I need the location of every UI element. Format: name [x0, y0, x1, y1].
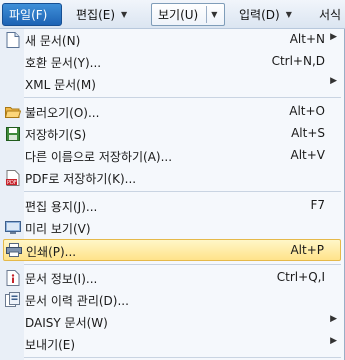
menu-item-label: 불러오기(O)...: [25, 106, 100, 120]
chevron-down-icon[interactable]: ▼: [286, 10, 292, 19]
menu-item-page-setup[interactable]: 편집 용지(J)... F7: [3, 195, 341, 217]
menu-bar: 파일(F) 편집(E) ▼ 보기(U) ▼ 입력(D) ▼ 서식: [0, 0, 345, 29]
menu-item-label: 문서 정보(I)...: [25, 272, 98, 286]
menu-item-label: DAISY 문서(W): [25, 316, 108, 330]
menu-item-shortcut: Alt+O: [289, 104, 325, 118]
menu-item-print[interactable]: 인쇄(P)... Alt+P: [3, 239, 341, 261]
menu-edit-label: 편집(E): [76, 8, 116, 22]
menu-item-label: 호환 문서(Y)...: [25, 56, 102, 70]
submenu-arrow-icon: ▶: [330, 314, 337, 324]
menu-item-label: XML 문서(M): [25, 78, 96, 92]
menu-item-shortcut: Ctrl+N,D: [271, 54, 325, 68]
document-history-icon: [5, 292, 21, 308]
menu-item-shortcut: Alt+P: [290, 243, 324, 257]
divider: [206, 6, 208, 23]
menu-file-label: 파일(F): [9, 8, 48, 22]
menu-item-shortcut: Alt+S: [291, 126, 325, 140]
menu-item-label: 저장하기(S): [25, 128, 87, 142]
printer-icon: [6, 242, 22, 258]
menu-item-label: 편집 용지(J)...: [25, 200, 98, 214]
menu-item-shortcut: Alt+N: [289, 32, 325, 46]
menu-item-label: 보내기(E): [25, 338, 76, 352]
svg-text:PDF: PDF: [7, 180, 17, 186]
menu-item-shortcut: Ctrl+Q,I: [276, 270, 325, 284]
menu-item-document-info[interactable]: 문서 정보(I)... Ctrl+Q,I: [3, 267, 341, 289]
menu-item-label: 다른 이름으로 저장하기(A)...: [25, 150, 173, 164]
menu-item-save[interactable]: 저장하기(S) Alt+S: [3, 123, 341, 145]
menu-item-label: 새 문서(N): [25, 34, 81, 48]
menu-input[interactable]: 입력(D) ▼: [233, 3, 309, 26]
file-menu-dropdown: 새 문서(N) Alt+N ▶ 호환 문서(Y)... Ctrl+N,D XML…: [0, 29, 345, 360]
chevron-down-icon[interactable]: ▼: [211, 10, 217, 19]
menu-item-xml-document[interactable]: XML 문서(M) ▶: [3, 73, 341, 95]
menu-format[interactable]: 서식: [313, 3, 345, 26]
new-document-icon: [5, 32, 21, 48]
menu-item-save-pdf[interactable]: PDF PDF로 저장하기(K)...: [3, 167, 341, 189]
menu-item-shortcut: Alt+V: [290, 148, 325, 162]
menu-separator: [24, 97, 341, 98]
menu-format-label: 서식: [319, 8, 342, 22]
menu-item-label: 미리 보기(V): [25, 222, 91, 236]
menu-separator: [24, 264, 341, 265]
menu-separator: [24, 357, 341, 358]
document-info-icon: [5, 270, 21, 286]
menu-item-shortcut: F7: [310, 198, 325, 212]
submenu-arrow-icon: ▶: [330, 336, 337, 346]
menu-item-save-as[interactable]: 다른 이름으로 저장하기(A)... Alt+V: [3, 145, 341, 167]
menu-item-daisy-document[interactable]: DAISY 문서(W) ▶: [3, 311, 341, 333]
menu-view-label: 보기(U): [158, 8, 199, 22]
menu-item-new-document[interactable]: 새 문서(N) Alt+N ▶: [3, 29, 341, 51]
menu-item-compat-document[interactable]: 호환 문서(Y)... Ctrl+N,D: [3, 51, 341, 73]
submenu-arrow-icon: ▶: [330, 32, 337, 42]
folder-open-icon: [5, 104, 21, 120]
menu-view[interactable]: 보기(U) ▼: [151, 3, 225, 26]
pdf-icon: PDF: [5, 170, 21, 186]
chevron-down-icon[interactable]: ▼: [121, 10, 127, 19]
menu-item-label: 인쇄(P)...: [26, 245, 77, 259]
menu-item-send[interactable]: 보내기(E) ▶: [3, 333, 341, 355]
preview-monitor-icon: [5, 220, 21, 236]
menu-item-open[interactable]: 불러오기(O)... Alt+O: [3, 101, 341, 123]
menu-edit[interactable]: 편집(E) ▼: [70, 3, 142, 26]
menu-item-preview[interactable]: 미리 보기(V): [3, 217, 341, 239]
submenu-arrow-icon: ▶: [330, 76, 337, 86]
menu-item-label: 문서 이력 관리(D)...: [25, 294, 129, 308]
menu-item-document-history[interactable]: 문서 이력 관리(D)...: [3, 289, 341, 311]
menu-input-label: 입력(D): [239, 8, 280, 22]
menu-separator: [24, 191, 341, 192]
menu-item-label: PDF로 저장하기(K)...: [25, 172, 137, 186]
menu-file[interactable]: 파일(F): [2, 3, 62, 26]
save-disk-icon: [5, 126, 21, 142]
